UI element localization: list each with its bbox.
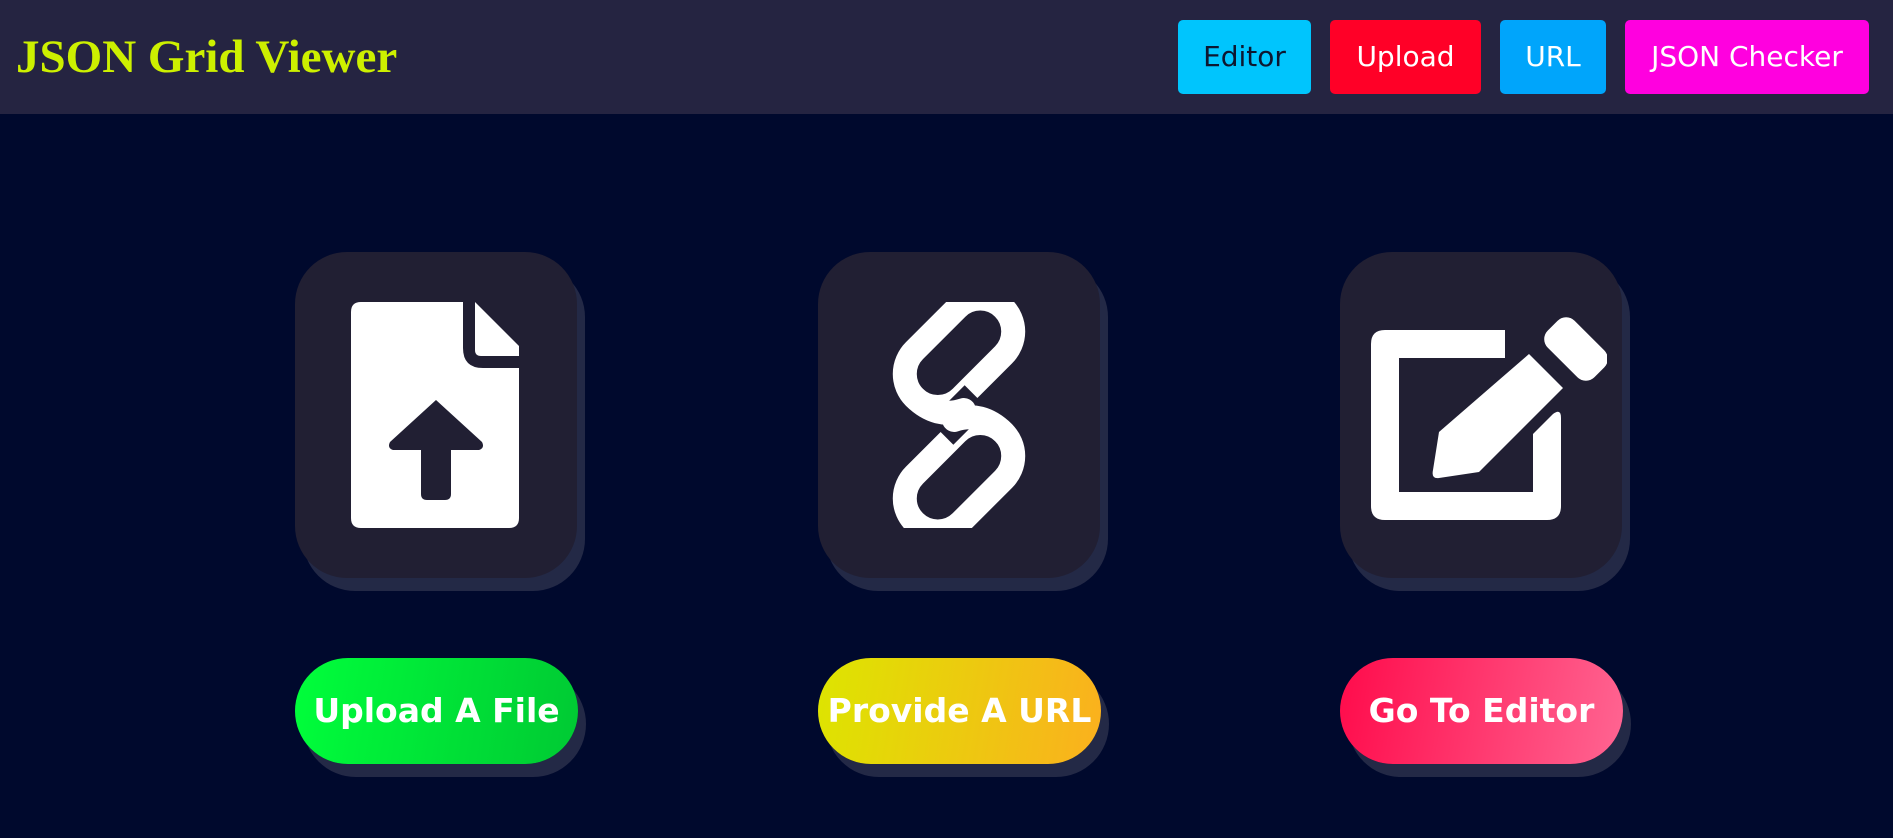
nav-upload-button[interactable]: Upload (1330, 20, 1481, 94)
upload-file-button[interactable]: Upload A File (295, 658, 578, 764)
provide-url-tile[interactable] (818, 252, 1100, 578)
nav-json-checker-button[interactable]: JSON Checker (1625, 20, 1869, 94)
upload-file-tile[interactable] (295, 252, 577, 578)
nav-url-button[interactable]: URL (1500, 20, 1606, 94)
link-icon (892, 302, 1026, 528)
provide-url-button[interactable]: Provide A URL (818, 658, 1101, 764)
editor-tile[interactable] (1340, 252, 1622, 578)
file-upload-icon (351, 302, 519, 528)
app-title: JSON Grid Viewer (16, 31, 398, 83)
nav-editor-button[interactable]: Editor (1178, 20, 1311, 94)
top-navbar: JSON Grid Viewer Editor Upload URL JSON … (0, 0, 1893, 114)
edit-icon (1371, 317, 1607, 520)
go-to-editor-button[interactable]: Go To Editor (1340, 658, 1623, 764)
